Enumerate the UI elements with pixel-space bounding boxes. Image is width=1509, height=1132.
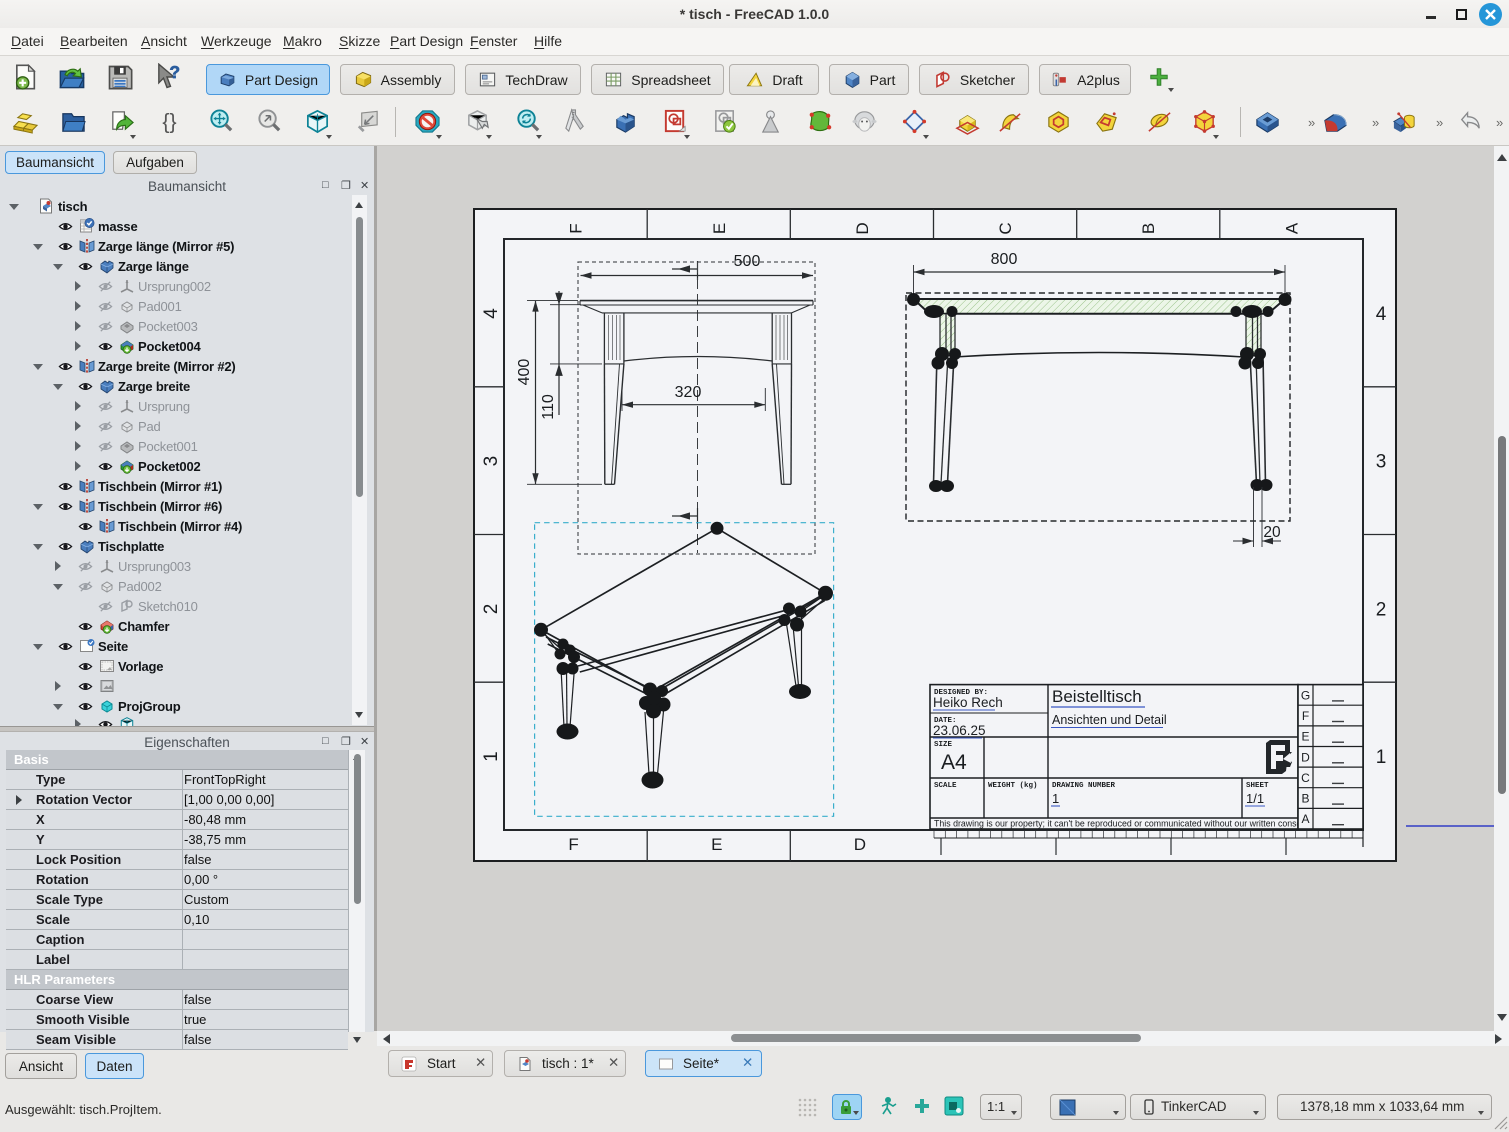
svg-text:400: 400 bbox=[516, 359, 533, 386]
svg-text:D: D bbox=[853, 222, 872, 234]
svg-text:SHEET: SHEET bbox=[1246, 782, 1269, 790]
svg-text:110: 110 bbox=[540, 394, 557, 420]
svg-text:This drawing is our property;: This drawing is our property; it can't b… bbox=[934, 819, 1311, 829]
svg-text:Beistelltisch: Beistelltisch bbox=[1052, 687, 1142, 706]
svg-text:20: 20 bbox=[1263, 524, 1281, 541]
svg-text:C: C bbox=[996, 222, 1015, 234]
svg-text:A: A bbox=[1282, 222, 1301, 234]
svg-text:E: E bbox=[711, 835, 722, 854]
svg-text:F: F bbox=[1302, 709, 1309, 723]
svg-text:4: 4 bbox=[481, 308, 502, 319]
svg-text:A: A bbox=[1301, 812, 1309, 826]
svg-text:D: D bbox=[1301, 750, 1310, 764]
svg-text:800: 800 bbox=[991, 251, 1018, 268]
svg-text:4: 4 bbox=[1376, 304, 1387, 325]
svg-text:WEIGHT (kg): WEIGHT (kg) bbox=[988, 782, 1038, 790]
svg-text:1: 1 bbox=[1376, 747, 1387, 768]
svg-text:1/1: 1/1 bbox=[1246, 791, 1264, 806]
svg-text:E: E bbox=[710, 223, 729, 234]
svg-text:DRAWING NUMBER: DRAWING NUMBER bbox=[1052, 782, 1116, 790]
svg-text:B: B bbox=[1139, 223, 1158, 234]
svg-text:1: 1 bbox=[481, 751, 502, 762]
svg-text:320: 320 bbox=[675, 384, 702, 401]
svg-text:F: F bbox=[568, 835, 578, 854]
svg-text:E: E bbox=[1301, 730, 1309, 744]
svg-text:F: F bbox=[567, 223, 586, 233]
svg-text:500: 500 bbox=[734, 253, 761, 270]
svg-text:2: 2 bbox=[1376, 599, 1387, 620]
svg-text:3: 3 bbox=[481, 456, 502, 467]
svg-text:B: B bbox=[1301, 792, 1309, 806]
svg-text:Heiko Rech: Heiko Rech bbox=[933, 695, 1003, 710]
svg-text:3: 3 bbox=[1376, 452, 1387, 473]
svg-text:G: G bbox=[1301, 688, 1310, 702]
svg-text:Ansichten und Detail: Ansichten und Detail bbox=[1052, 713, 1167, 727]
svg-text:2: 2 bbox=[481, 604, 502, 615]
svg-text:A4: A4 bbox=[941, 751, 967, 774]
svg-text:23.06.25: 23.06.25 bbox=[933, 723, 986, 738]
svg-text:SIZE: SIZE bbox=[934, 741, 953, 749]
svg-text:SCALE: SCALE bbox=[934, 782, 957, 790]
svg-text:1: 1 bbox=[1052, 791, 1059, 806]
svg-text:D: D bbox=[854, 835, 866, 854]
svg-text:C: C bbox=[1301, 771, 1310, 785]
